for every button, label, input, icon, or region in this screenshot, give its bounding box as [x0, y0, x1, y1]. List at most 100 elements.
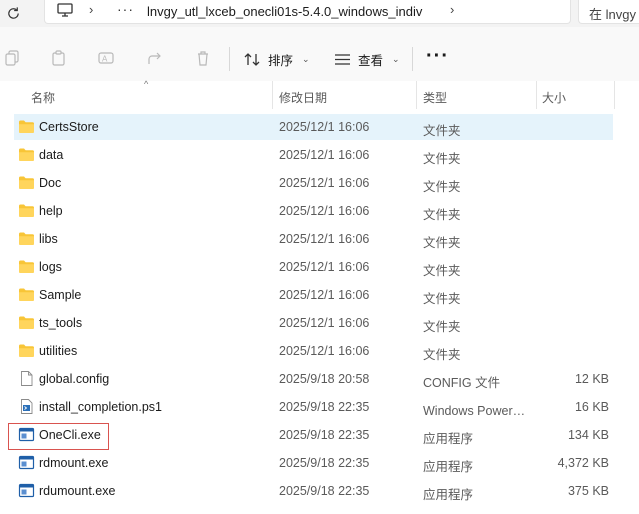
file-type: 文件夹 — [423, 208, 461, 222]
file-date: 2025/12/1 16:06 — [279, 316, 370, 330]
column-separator[interactable] — [614, 81, 615, 109]
paste-icon[interactable] — [50, 49, 68, 67]
file-date: 2025/12/1 16:06 — [279, 232, 370, 246]
file-row-help[interactable]: help 2025/12/1 16:06 文件夹 — [14, 198, 613, 224]
refresh-icon[interactable] — [3, 3, 23, 23]
view-label: 查看 — [358, 53, 384, 68]
file-type: 文件夹 — [423, 320, 461, 334]
file-type: 文件夹 — [423, 348, 461, 362]
sort-icon — [244, 52, 260, 66]
file-row-certsstore[interactable]: CertsStore 2025/12/1 16:06 文件夹 — [14, 114, 613, 140]
file-row-global-config[interactable]: global.config 2025/9/18 20:58 CONFIG 文件 12 … — [14, 366, 613, 392]
file-date: 2025/12/1 16:06 — [279, 204, 370, 218]
file-row-rdumount-exe[interactable]: rdumount.exe 2025/9/18 22:35 应用程序 375 KB — [14, 478, 613, 504]
folder-icon — [19, 232, 34, 245]
file-type: CONFIG 文件 — [423, 376, 501, 390]
chevron-down-icon: ⌄ — [302, 53, 310, 64]
file-type: Windows PowerShell 脚本 — [423, 404, 531, 418]
folder-icon — [19, 344, 34, 357]
file-type: 应用程序 — [423, 432, 474, 446]
file-name: logs — [39, 260, 62, 274]
search-placeholder: 在 lnvgy — [589, 7, 636, 22]
copy-icon[interactable] — [3, 49, 21, 67]
file-row-rdmount-exe[interactable]: rdmount.exe 2025/9/18 22:35 应用程序 4,372 KB — [14, 450, 613, 476]
file-date: 2025/12/1 16:06 — [279, 120, 370, 134]
file-row-data[interactable]: data 2025/12/1 16:06 文件夹 — [14, 142, 613, 168]
file-name: data — [39, 148, 64, 162]
file-row-ts-tools[interactable]: ts_tools 2025/12/1 16:06 文件夹 — [14, 310, 613, 336]
view-icon — [335, 53, 350, 65]
folder-icon — [19, 260, 34, 273]
svg-text:A: A — [102, 55, 108, 64]
chevron-right-icon[interactable]: › — [89, 2, 93, 17]
command-bar: A 排序 ⌄ 查看 ⌄ ··· — [0, 27, 639, 87]
share-icon[interactable] — [146, 49, 164, 67]
more-options-button[interactable]: ··· — [426, 45, 449, 68]
file-date: 2025/12/1 16:06 — [279, 148, 370, 162]
column-separator[interactable] — [272, 81, 273, 109]
file-name: rdmount.exe — [39, 456, 109, 470]
file-date: 2025/12/1 16:06 — [279, 288, 370, 302]
folder-icon — [19, 204, 34, 217]
file-type: 文件夹 — [423, 236, 461, 250]
column-separator[interactable] — [416, 81, 417, 109]
chevron-down-icon: ⌄ — [392, 53, 400, 64]
address-bar: › ··· lnvgy_utl_lxceb_onecli01s-5.4.0_wi… — [0, 0, 639, 27]
exe-icon — [18, 483, 35, 498]
folder-icon — [19, 288, 34, 301]
file-row-install-completion-ps1[interactable]: install_completion.ps1 2025/9/18 22:35 Win… — [14, 394, 613, 420]
file-type: 文件夹 — [423, 152, 461, 166]
toolbar-divider — [229, 47, 230, 71]
file-name: rdumount.exe — [39, 484, 116, 498]
file-name: global.config — [39, 372, 110, 386]
file-type: 文件夹 — [423, 124, 461, 138]
file-row-utilities[interactable]: utilities 2025/12/1 16:06 文件夹 — [14, 338, 613, 364]
file-row-logs[interactable]: logs 2025/12/1 16:06 文件夹 — [14, 254, 613, 280]
sort-button[interactable]: 排序 ⌄ — [244, 47, 310, 71]
sort-ascending-icon: ^ — [144, 79, 149, 89]
column-name[interactable]: 名称 — [31, 89, 55, 106]
folder-icon — [19, 176, 34, 189]
folder-icon — [19, 120, 34, 133]
file-name: CertsStore — [39, 120, 99, 134]
file-type: 应用程序 — [423, 488, 474, 502]
view-button[interactable]: 查看 ⌄ — [334, 47, 400, 71]
config-icon — [21, 371, 33, 386]
file-type: 文件夹 — [423, 292, 461, 306]
column-date[interactable]: 修改日期 — [279, 89, 327, 106]
address-input[interactable]: › ··· lnvgy_utl_lxceb_onecli01s-5.4.0_wi… — [44, 0, 571, 24]
column-separator[interactable] — [536, 81, 537, 109]
file-date: 2025/9/18 20:58 — [279, 372, 370, 386]
file-name: utilities — [39, 344, 78, 358]
highlight-annotation — [8, 423, 109, 450]
file-type: 文件夹 — [423, 264, 461, 278]
file-date: 2025/9/18 22:35 — [279, 456, 370, 470]
file-name: libs — [39, 232, 58, 246]
breadcrumb-current-folder[interactable]: lnvgy_utl_lxceb_onecli01s-5.4.0_windows_… — [147, 4, 422, 19]
file-row-sample[interactable]: Sample 2025/12/1 16:06 文件夹 — [14, 282, 613, 308]
file-date: 2025/9/18 22:35 — [279, 400, 370, 414]
file-name: Doc — [39, 176, 62, 190]
file-name: ts_tools — [39, 316, 83, 330]
delete-icon[interactable] — [194, 49, 212, 67]
exe-icon — [18, 455, 35, 470]
file-size: 12 KB — [574, 372, 609, 386]
file-date: 2025/12/1 16:06 — [279, 260, 370, 274]
file-date: 2025/12/1 16:06 — [279, 344, 370, 358]
file-row-doc[interactable]: Doc 2025/12/1 16:06 文件夹 — [14, 170, 613, 196]
chevron-right-icon[interactable]: › — [450, 2, 454, 17]
column-type[interactable]: 类型 — [423, 89, 447, 106]
rename-icon[interactable]: A — [97, 49, 115, 67]
this-pc-icon[interactable] — [57, 3, 73, 17]
toolbar-divider — [412, 47, 413, 71]
file-type: 文件夹 — [423, 180, 461, 194]
file-size: 16 KB — [574, 400, 609, 414]
breadcrumb-overflow-button[interactable]: ··· — [117, 1, 134, 17]
file-row-libs[interactable]: libs 2025/12/1 16:06 文件夹 — [14, 226, 613, 252]
folder-icon — [19, 316, 34, 329]
column-size[interactable]: 大小 — [542, 89, 566, 106]
file-name: install_completion.ps1 — [39, 400, 162, 414]
sort-label: 排序 — [268, 53, 294, 68]
file-date: 2025/12/1 16:06 — [279, 176, 370, 190]
search-input[interactable]: 在 lnvgy — [578, 0, 639, 24]
